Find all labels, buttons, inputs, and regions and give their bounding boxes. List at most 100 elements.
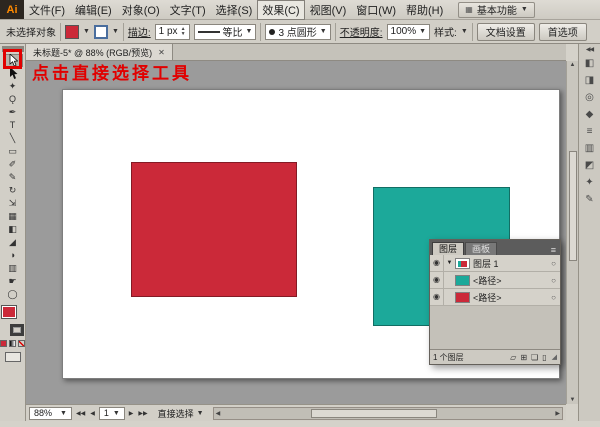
menu-window[interactable]: 窗口(W): [351, 0, 401, 20]
fill-dropdown-icon[interactable]: ▼: [83, 28, 90, 35]
menu-object[interactable]: 对象(O): [117, 0, 165, 20]
brushes-panel-icon[interactable]: ✎: [582, 193, 598, 206]
document-tab[interactable]: 未标题-5* @ 88% (RGB/预览) ✕: [26, 44, 173, 60]
rotate-tool[interactable]: ↻: [3, 184, 23, 197]
zoom-select[interactable]: 88% ▼: [29, 407, 72, 420]
panel-resize-grip[interactable]: ◢: [552, 353, 557, 361]
opacity-select[interactable]: 100% ▼: [387, 24, 431, 40]
pen-tool[interactable]: ✒: [3, 106, 23, 119]
stroke-width-select[interactable]: 1 px ▲▼: [155, 24, 190, 40]
menu-edit[interactable]: 编辑(E): [70, 0, 117, 20]
gradient-tool[interactable]: ◧: [3, 223, 23, 236]
current-tool-status[interactable]: 直接选择: [158, 407, 194, 420]
horizontal-scroll-thumb[interactable]: [311, 409, 436, 418]
gradient-panel-icon[interactable]: ▥: [582, 142, 598, 155]
mesh-tool[interactable]: ▦: [3, 210, 23, 223]
rectangle-tool[interactable]: ▭: [3, 145, 23, 158]
previous-artboard-button[interactable]: ◀: [89, 410, 96, 417]
brush-select[interactable]: 3 点圆形 ▼: [265, 24, 330, 40]
make-clipping-mask-icon[interactable]: ▱: [510, 353, 516, 362]
path-name[interactable]: <路径>: [473, 291, 547, 304]
menu-help[interactable]: 帮助(H): [401, 0, 448, 20]
vertical-scroll-thumb[interactable]: [569, 151, 577, 261]
path-name[interactable]: <路径>: [473, 274, 547, 287]
new-layer-icon[interactable]: ❏: [531, 353, 538, 362]
blend-tool[interactable]: ◑: [3, 249, 23, 262]
transparency-panel-icon[interactable]: ◩: [582, 159, 598, 172]
expand-dock-icon[interactable]: ◀◀: [586, 46, 593, 53]
scroll-right-icon[interactable]: ▶: [555, 410, 560, 417]
scroll-up-icon[interactable]: ▲: [570, 62, 576, 68]
type-tool[interactable]: T: [3, 119, 23, 132]
target-circle-icon[interactable]: ○: [547, 293, 560, 302]
stroke-panel-icon[interactable]: ≡: [582, 125, 598, 138]
style-dropdown-icon[interactable]: ▼: [461, 28, 468, 35]
path-row[interactable]: ◉ <路径> ○: [430, 272, 560, 289]
stroke-swatch[interactable]: [10, 324, 24, 336]
menu-type[interactable]: 文字(T): [165, 0, 211, 20]
tab-artboards[interactable]: 画板: [465, 242, 497, 255]
column-graph-tool[interactable]: ▥: [3, 262, 23, 275]
screen-mode-button[interactable]: [5, 352, 21, 362]
appearance-panel-icon[interactable]: ◎: [582, 91, 598, 104]
line-segment-tool[interactable]: ╲: [3, 132, 23, 145]
fill-stroke-control: [2, 306, 24, 336]
status-dropdown-icon[interactable]: ▼: [197, 410, 204, 417]
gradient-button[interactable]: [9, 340, 16, 347]
menu-file[interactable]: 文件(F): [24, 0, 70, 20]
zoom-tool[interactable]: ◯: [3, 288, 23, 301]
red-rectangle[interactable]: [131, 162, 297, 297]
scroll-left-icon[interactable]: ◀: [216, 410, 221, 417]
hand-tool[interactable]: ☛: [3, 275, 23, 288]
new-sublayer-icon[interactable]: ⊞: [520, 353, 527, 362]
vertical-scrollbar[interactable]: ▲ ▼: [566, 61, 578, 404]
target-circle-icon[interactable]: ○: [547, 259, 560, 268]
expand-triangle-icon[interactable]: ▼: [444, 260, 455, 266]
delete-layer-icon[interactable]: ▯: [542, 353, 546, 362]
document-setup-button[interactable]: 文档设置: [477, 23, 535, 41]
graphic-styles-panel-icon[interactable]: ◆: [582, 108, 598, 121]
horizontal-scrollbar[interactable]: ◀ ▶: [213, 407, 563, 420]
path-row[interactable]: ◉ <路径> ○: [430, 289, 560, 306]
fill-swatch[interactable]: [2, 306, 16, 318]
menu-select[interactable]: 选择(S): [211, 0, 258, 20]
color-button[interactable]: [0, 340, 7, 347]
panel-menu-icon[interactable]: ≡: [551, 245, 558, 255]
pencil-tool[interactable]: ✎: [3, 171, 23, 184]
menu-view[interactable]: 视图(V): [305, 0, 352, 20]
stroke-width-stepper[interactable]: ▲▼: [181, 27, 186, 37]
visibility-eye-icon[interactable]: ◉: [430, 255, 444, 271]
width-profile-select[interactable]: 等比 ▼: [194, 24, 257, 40]
color-guide-panel-icon[interactable]: ◨: [582, 74, 598, 87]
stroke-panel-link[interactable]: 描边:: [128, 24, 151, 39]
fill-color-swatch[interactable]: [65, 25, 79, 39]
artboard-number-select[interactable]: 1 ▼: [99, 407, 125, 420]
close-icon[interactable]: ✕: [158, 48, 165, 57]
paintbrush-tool[interactable]: ✐: [3, 158, 23, 171]
none-button[interactable]: [18, 340, 25, 347]
layers-panel-titlebar[interactable]: 图层 画板 ≡: [430, 240, 560, 255]
visibility-eye-icon[interactable]: ◉: [430, 289, 444, 305]
next-artboard-button[interactable]: ▶: [128, 410, 135, 417]
menu-effect[interactable]: 效果(C): [257, 0, 304, 20]
stroke-color-swatch[interactable]: [94, 25, 108, 39]
visibility-eye-icon[interactable]: ◉: [430, 272, 444, 288]
symbols-panel-icon[interactable]: ✦: [582, 176, 598, 189]
tab-layers[interactable]: 图层: [432, 242, 464, 255]
scale-tool[interactable]: ⇲: [3, 197, 23, 210]
target-circle-icon[interactable]: ○: [547, 276, 560, 285]
last-artboard-button[interactable]: ▶▶: [137, 410, 148, 417]
opacity-panel-link[interactable]: 不透明度:: [340, 24, 383, 39]
stroke-dropdown-icon[interactable]: ▼: [112, 28, 119, 35]
lasso-tool[interactable]: Ǫ: [3, 93, 23, 106]
magic-wand-tool[interactable]: ✦: [3, 80, 23, 93]
first-artboard-button[interactable]: ◀◀: [75, 410, 86, 417]
scroll-down-icon[interactable]: ▼: [570, 397, 576, 403]
preferences-button[interactable]: 首选项: [539, 23, 587, 41]
color-panel-icon[interactable]: ◧: [582, 57, 598, 70]
eyedropper-tool[interactable]: ◢: [3, 236, 23, 249]
canvas-area[interactable]: 图层 画板 ≡ ◉ ▼ 图层 1 ○ ◉ <路径> ○: [26, 61, 566, 404]
workspace-switcher[interactable]: ▦ 基本功能 ▼: [458, 2, 535, 18]
layer-name[interactable]: 图层 1: [473, 257, 547, 270]
layer-row[interactable]: ◉ ▼ 图层 1 ○: [430, 255, 560, 272]
